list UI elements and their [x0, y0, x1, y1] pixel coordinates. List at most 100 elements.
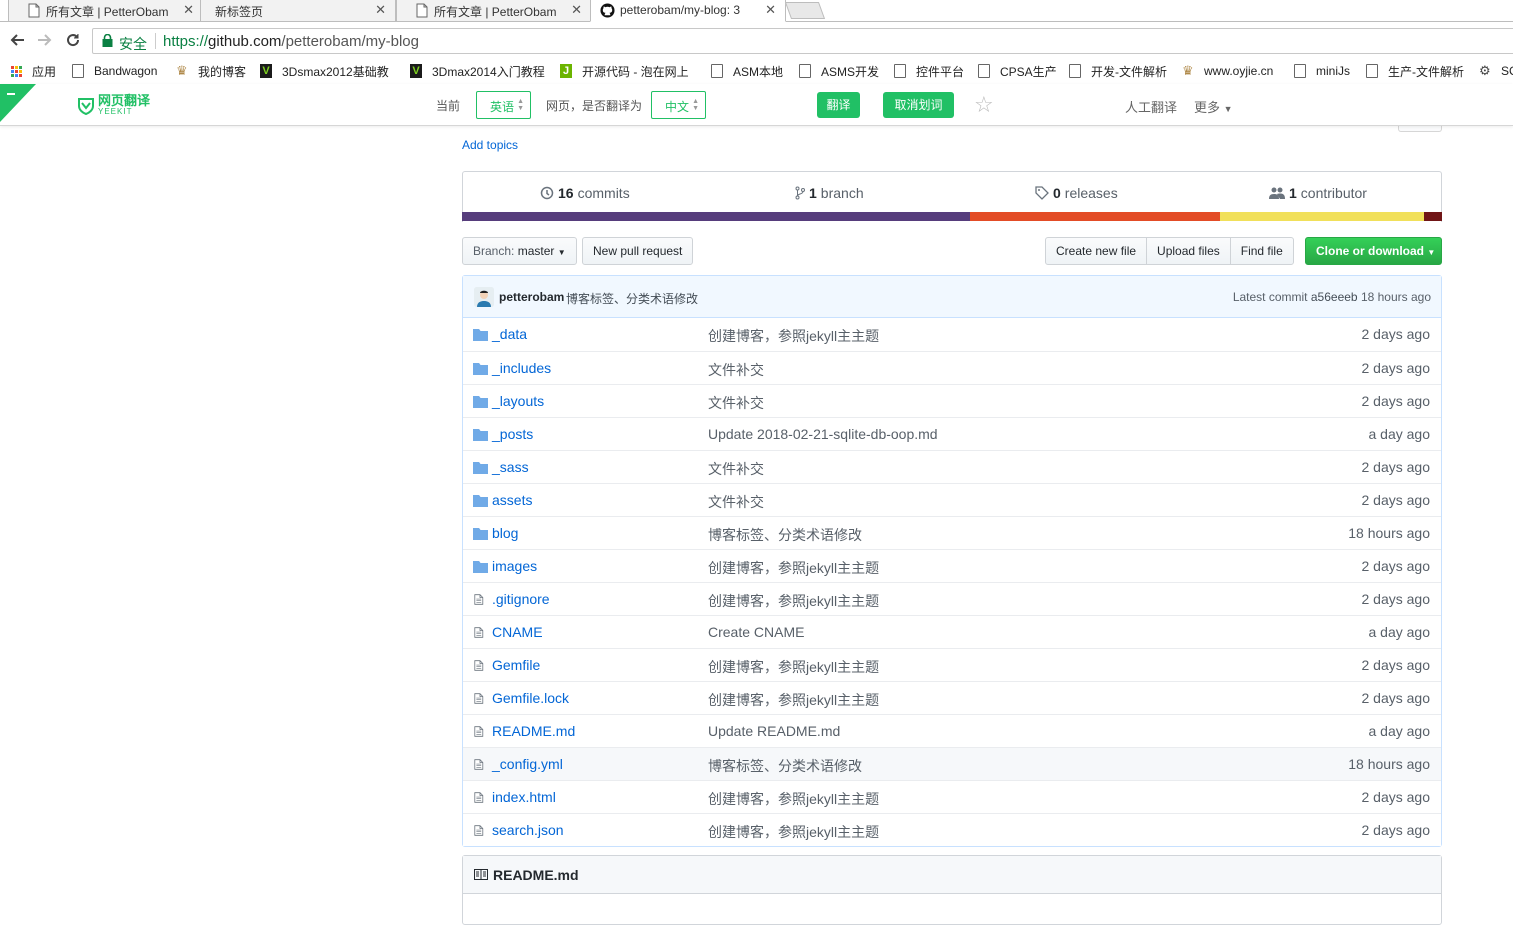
file-commit-message-link[interactable]: 创建博客，参照jekyll主主题 — [708, 326, 879, 346]
file-commit-message-link[interactable]: 创建博客，参照jekyll主主题 — [708, 690, 879, 710]
file-name-link[interactable]: .gitignore — [492, 591, 550, 607]
bookmark-asms-dev[interactable]: ASMS开发 — [799, 62, 879, 80]
create-new-file-button[interactable]: Create new file — [1045, 237, 1148, 265]
minimize-icon[interactable] — [7, 93, 15, 95]
file-name-link[interactable]: Gemfile.lock — [492, 690, 569, 706]
file-name-link[interactable]: _data — [492, 326, 527, 342]
table-row: _layouts 文件补交 2 days ago — [463, 384, 1441, 417]
bookmark-cpsa-prod[interactable]: CPSA生产 — [978, 62, 1057, 80]
address-bar[interactable]: 安全 https://github.com/petterobam/my-blog — [92, 28, 1513, 54]
folder-icon — [473, 396, 488, 408]
forward-arrow-icon[interactable] — [37, 32, 53, 48]
commit-message-link[interactable]: 博客标签、分类术语修改 — [566, 290, 698, 307]
file-commit-message-link[interactable]: 创建博客，参照jekyll主主题 — [708, 591, 879, 611]
new-tab-button[interactable] — [784, 2, 826, 19]
file-commit-message-link[interactable]: 创建博客，参照jekyll主主题 — [708, 789, 879, 809]
browser-tab-2[interactable]: 新标签页 ✕ — [200, 0, 396, 22]
close-icon[interactable]: ✕ — [375, 2, 386, 18]
file-age: 2 days ago — [1361, 591, 1431, 607]
table-row: search.json 创建博客，参照jekyll主主题 2 days ago — [463, 813, 1441, 846]
contributors-link[interactable]: 1 contributor — [1269, 185, 1367, 201]
avatar[interactable] — [474, 287, 494, 307]
bookmark-apps[interactable]: 应用 — [10, 62, 56, 80]
file-age: 2 days ago — [1361, 789, 1431, 805]
commit-author-link[interactable]: petterobam — [499, 290, 564, 304]
target-language-select[interactable]: 中文 ▲ ▼ — [651, 91, 706, 119]
file-name-link[interactable]: Gemfile — [492, 657, 540, 673]
file-name-link[interactable]: CNAME — [492, 624, 543, 640]
more-label: 更多 — [1194, 100, 1221, 115]
bookmark-open-source[interactable]: J 开源代码 - 泡在网上 — [560, 62, 689, 80]
file-name-link[interactable]: assets — [492, 492, 532, 508]
add-topics-link[interactable]: Add topics — [462, 138, 518, 152]
cancel-word-select-button[interactable]: 取消划词 — [883, 92, 954, 118]
file-commit-message-link[interactable]: 文件补交 — [708, 492, 764, 512]
file-name-link[interactable]: index.html — [492, 789, 556, 805]
bookmark-bandwagon[interactable]: Bandwagon — [72, 62, 157, 80]
commits-link[interactable]: 16 commits — [540, 185, 630, 201]
close-icon[interactable]: ✕ — [183, 2, 194, 18]
bookmark-asm-local[interactable]: ASM本地 — [711, 62, 783, 80]
tab-title: 所有文章 | PetterObam — [46, 5, 169, 19]
bookmark-dev-file-parse[interactable]: 开发-文件解析 — [1069, 62, 1167, 80]
commit-sha-link[interactable]: a56eeeb — [1311, 290, 1358, 304]
branches-link[interactable]: 1 branch — [795, 185, 864, 201]
file-commit-message-link[interactable]: Update README.md — [708, 723, 840, 739]
file-commit-message-link[interactable]: 博客标签、分类术语修改 — [708, 525, 862, 545]
file-name-link[interactable]: README.md — [492, 723, 575, 739]
file-commit-message-link[interactable]: Create CNAME — [708, 624, 804, 640]
source-language-select[interactable]: 英语 ▲ ▼ — [476, 91, 531, 119]
file-name-link[interactable]: blog — [492, 525, 518, 541]
file-name-link[interactable]: _config.yml — [492, 756, 563, 772]
browser-tab-4-active[interactable]: petterobam/my-blog: 3 ✕ — [590, 0, 786, 22]
bookmark-my-blog[interactable]: ♛ 我的博客 — [176, 62, 246, 80]
file-age: a day ago — [1368, 723, 1431, 739]
file-name-link[interactable]: _layouts — [492, 393, 544, 409]
browser-tab-1[interactable]: 所有文章 | PetterObam ✕ — [8, 0, 204, 22]
star-icon[interactable]: ☆ — [974, 92, 994, 118]
file-name-link[interactable]: _sass — [492, 459, 529, 475]
more-menu[interactable]: 更多 ▼ — [1194, 97, 1233, 116]
new-pull-request-button[interactable]: New pull request — [582, 237, 694, 265]
language-segment — [1219, 212, 1425, 221]
bookmark-3dsmax2012[interactable]: V 3Dsmax2012基础教 — [260, 62, 389, 80]
file-commit-message-link[interactable]: 创建博客，参照jekyll主主题 — [708, 558, 879, 578]
file-name-link[interactable]: _includes — [492, 360, 551, 376]
file-commit-message-link[interactable]: 文件补交 — [708, 393, 764, 413]
bookmark-3dmax2014[interactable]: V 3Dmax2014入门教程 — [410, 62, 545, 80]
find-file-button[interactable]: Find file — [1229, 237, 1294, 265]
file-commit-message-link[interactable]: 博客标签、分类术语修改 — [708, 756, 862, 776]
language-bar[interactable] — [462, 212, 1442, 221]
file-name-link[interactable]: search.json — [492, 822, 564, 838]
file-age: a day ago — [1368, 624, 1431, 640]
file-commit-message-link[interactable]: 创建博客，参照jekyll主主题 — [708, 657, 879, 677]
file-commit-message-link[interactable]: 文件补交 — [708, 360, 764, 380]
table-row: Gemfile.lock 创建博客，参照jekyll主主题 2 days ago — [463, 681, 1441, 714]
bookmark-sc[interactable]: ⚙ SC — [1479, 62, 1513, 80]
file-name-link[interactable]: _posts — [492, 426, 533, 442]
file-name-link[interactable]: images — [492, 558, 537, 574]
bookmark-label: SC — [1501, 64, 1513, 78]
upload-files-button[interactable]: Upload files — [1146, 237, 1231, 265]
close-icon[interactable]: ✕ — [765, 2, 776, 18]
releases-link[interactable]: 0 releases — [1035, 185, 1118, 201]
reload-icon[interactable] — [65, 32, 81, 48]
bookmark-prod-file-parse[interactable]: 生产-文件解析 — [1366, 62, 1464, 80]
bookmark-minijs[interactable]: miniJs — [1294, 62, 1350, 80]
bookmark-oyjie[interactable]: ♛ www.oyjie.cn — [1182, 62, 1273, 80]
file-commit-message-link[interactable]: 文件补交 — [708, 459, 764, 479]
file-commit-message-link[interactable]: 创建博客，参照jekyll主主题 — [708, 822, 879, 842]
url-text[interactable]: https://github.com/petterobam/my-blog — [163, 33, 419, 50]
bookmark-control-platform[interactable]: 控件平台 — [894, 62, 964, 80]
clone-or-download-button[interactable]: Clone or download ▼ — [1305, 237, 1442, 265]
browser-tab-3[interactable]: 所有文章 | PetterObam ✕ — [396, 0, 592, 22]
latest-commit-info: Latest commit a56eeeb 18 hours ago — [1233, 290, 1431, 304]
back-arrow-icon[interactable] — [9, 32, 25, 48]
close-icon[interactable]: ✕ — [571, 2, 582, 18]
bookmark-label: Bandwagon — [94, 64, 158, 78]
file-commit-message-link[interactable]: Update 2018-02-21-sqlite-db-oop.md — [708, 426, 938, 442]
human-translate-link[interactable]: 人工翻译 — [1125, 97, 1177, 116]
translate-corner-badge[interactable] — [0, 84, 36, 122]
translate-button[interactable]: 翻译 — [817, 92, 860, 118]
branch-select-button[interactable]: Branch: master ▼ — [462, 237, 577, 265]
